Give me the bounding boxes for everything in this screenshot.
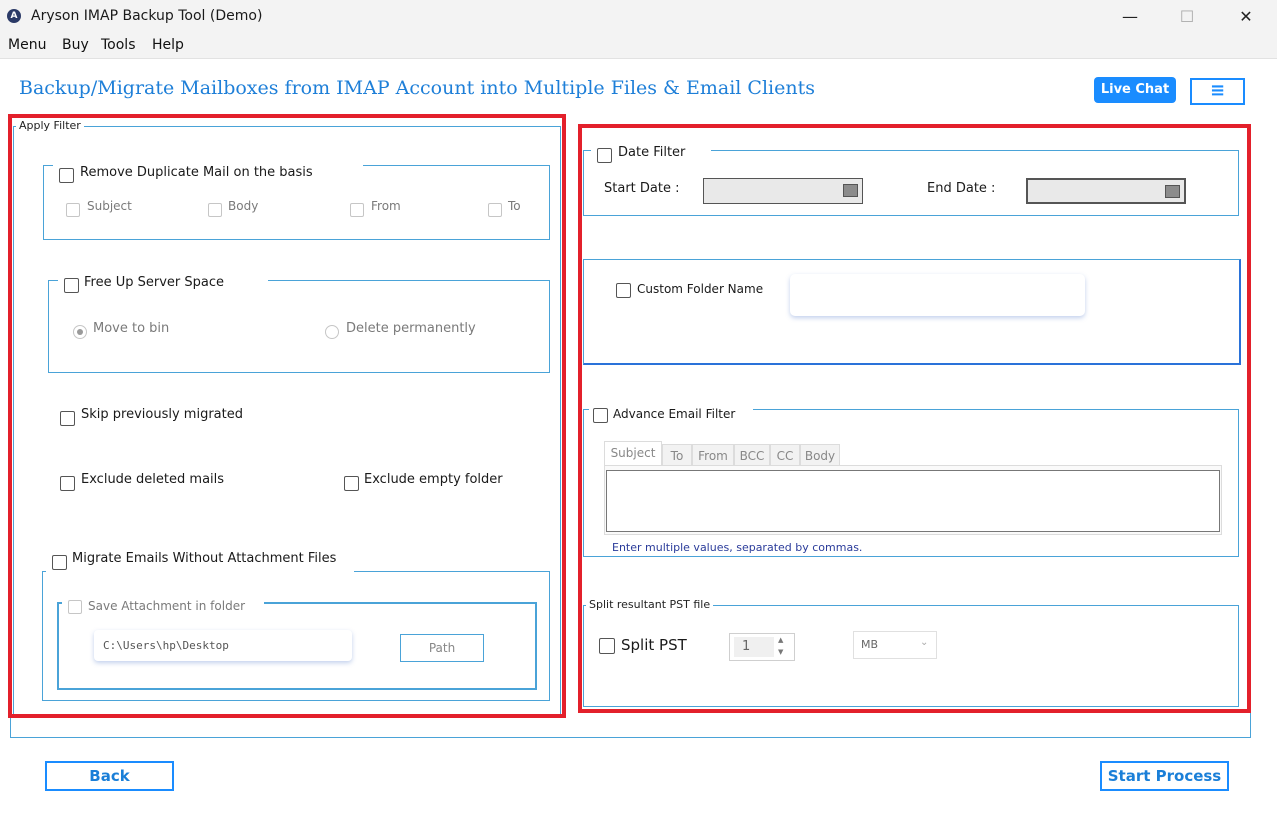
maximize-button[interactable]: ☐ <box>1164 0 1210 34</box>
menu-item-tools[interactable]: Tools <box>101 37 136 53</box>
hamburger-menu-icon[interactable]: ≡ <box>1190 78 1245 105</box>
back-button[interactable]: Back <box>45 761 174 791</box>
menu-bar <box>0 34 1277 59</box>
menu-item-help[interactable]: Help <box>152 37 184 53</box>
app-logo-icon: A <box>7 9 21 23</box>
menu-item-buy[interactable]: Buy <box>62 37 89 53</box>
page-title: Backup/Migrate Mailboxes from IMAP Accou… <box>19 77 815 99</box>
window-title: Aryson IMAP Backup Tool (Demo) <box>31 8 263 24</box>
menu-item-menu[interactable]: Menu <box>8 37 46 53</box>
left-highlight-box <box>8 114 566 718</box>
right-highlight-box <box>578 124 1251 713</box>
start-process-button[interactable]: Start Process <box>1100 761 1229 791</box>
minimize-button[interactable]: — <box>1107 0 1153 34</box>
live-chat-button[interactable]: Live Chat <box>1094 77 1176 103</box>
close-button[interactable]: ✕ <box>1223 0 1269 34</box>
